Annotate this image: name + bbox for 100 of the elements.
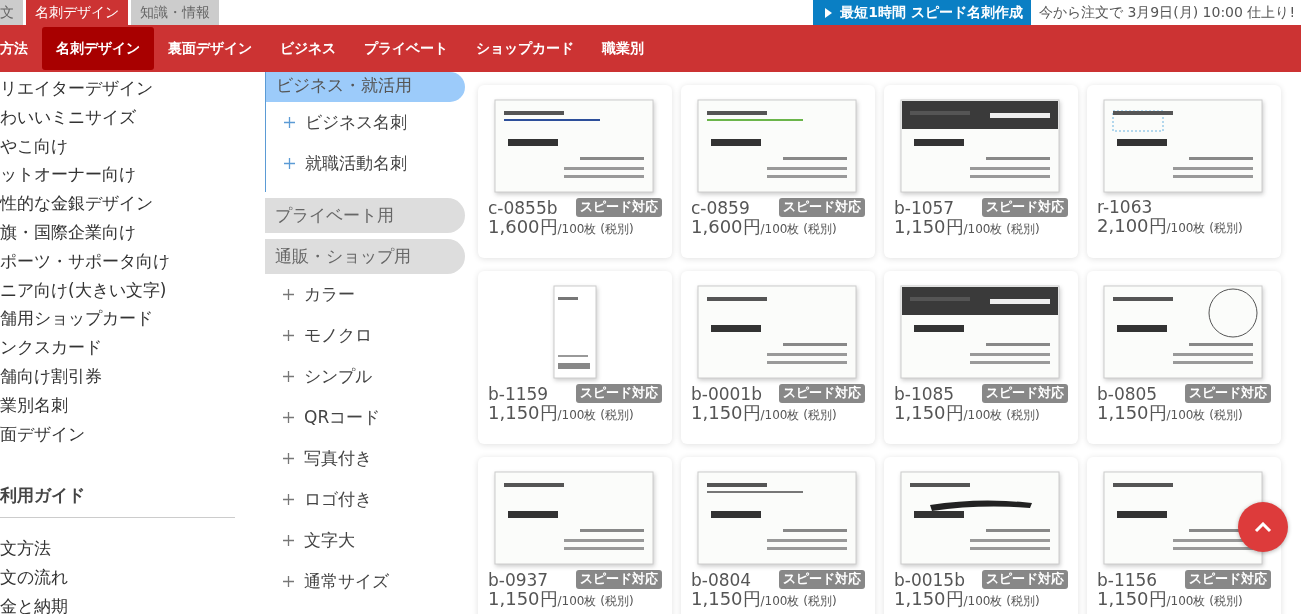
category-heading[interactable]: プライベート用 (265, 198, 465, 233)
sidebar-link[interactable]: ニア向け(大きい文字) (0, 275, 235, 305)
product-card[interactable]: c-0855b スピード対応 1,600円/100枚 (税別) (478, 85, 672, 258)
speed-order-button[interactable]: 最短1時間 スピード名刺作成 (813, 0, 1031, 25)
category-link[interactable]: QRコード (265, 397, 465, 438)
sidebar-link[interactable]: わいいミニサイズ (0, 102, 235, 132)
plus-icon (283, 371, 294, 382)
product-code: b-0015b (894, 570, 965, 589)
category-link[interactable]: 通常サイズ (265, 561, 465, 602)
product-code: r-1063 (1097, 198, 1153, 216)
price: 1,150円 (894, 403, 964, 423)
price: 1,150円 (1097, 589, 1167, 609)
product-card[interactable]: b-1057 スピード対応 1,150円/100枚 (税別) (884, 85, 1078, 258)
sidebar-link[interactable]: 舗用ショップカード (0, 304, 235, 334)
triangle-icon (825, 7, 833, 18)
price: 1,150円 (894, 217, 964, 237)
plus-icon (283, 535, 294, 546)
price-unit: /100枚 (税別) (557, 594, 634, 610)
nav-item[interactable]: 裏面デザイン (154, 27, 266, 70)
price: 1,150円 (691, 403, 761, 423)
speed-badge: スピード対応 (779, 570, 865, 589)
sidebar-link[interactable]: やこ向け (0, 131, 235, 161)
product-card[interactable]: b-0805 スピード対応 1,150円/100枚 (税別) (1087, 271, 1281, 444)
product-code: b-1156 (1097, 570, 1158, 589)
plus-icon (283, 494, 294, 505)
category-link[interactable]: モノクロ (265, 315, 465, 356)
category-link[interactable]: ロゴ付き (265, 479, 465, 520)
price-unit: /100枚 (税別) (963, 222, 1040, 238)
product-card[interactable]: r-1063 2,100円/100枚 (税別) (1087, 85, 1281, 258)
sidebar-link[interactable]: 旗・国際企業向け (0, 218, 235, 247)
sidebar-link[interactable]: ットオーナー向け (0, 160, 235, 190)
speed-badge: スピード対応 (982, 198, 1068, 217)
speed-badge: スピード対応 (1185, 570, 1271, 589)
category-heading[interactable]: 通販・ショップ用 (265, 239, 465, 274)
guide-heading: 利用ガイド (0, 484, 86, 508)
product-code: c-0855b (488, 198, 558, 217)
category-link[interactable]: 文字大 (265, 520, 465, 561)
category-link[interactable]: シンプル (265, 356, 465, 397)
price: 1,150円 (1097, 403, 1167, 423)
sidebar-link[interactable]: 業別名刺 (0, 390, 235, 420)
nav-item[interactable]: ショップカード (462, 27, 588, 70)
site-tab[interactable]: 知識・情報 (131, 0, 219, 25)
product-card[interactable]: b-0015b スピード対応 1,150円/100枚 (税別) (884, 457, 1078, 614)
plus-icon (283, 330, 294, 341)
sidebar-link[interactable]: 性的な金銀デザイン (0, 189, 235, 218)
speed-badge: スピード対応 (779, 384, 865, 403)
category-link[interactable]: 就職活動名刺 (266, 143, 465, 184)
nav-item[interactable]: プライベート (350, 27, 462, 70)
product-card[interactable]: b-1085 スピード対応 1,150円/100枚 (税別) (884, 271, 1078, 444)
price-unit: /100枚 (税別) (760, 594, 837, 610)
product-card[interactable]: c-0859 スピード対応 1,600円/100枚 (税別) (681, 85, 875, 258)
nav-item[interactable]: ビジネス (266, 27, 350, 70)
price: 1,600円 (488, 217, 558, 237)
delivery-notice: 今から注文で 3月9日(月) 10:00 仕上り! (1037, 3, 1296, 22)
price-unit: /100枚 (税別) (760, 408, 837, 424)
nav-item[interactable]: 名刺デザイン (42, 27, 154, 70)
product-code: b-0805 (1097, 384, 1158, 403)
category-link[interactable]: カラー (265, 274, 465, 315)
plus-icon (283, 289, 294, 300)
product-code: b-0001b (691, 384, 762, 403)
speed-badge: スピード対応 (982, 570, 1068, 589)
price-unit: /100枚 (税別) (557, 408, 634, 424)
product-code: b-1057 (894, 198, 955, 217)
plus-icon (284, 158, 295, 169)
site-tab[interactable]: 文 (0, 0, 23, 25)
price: 2,100円 (1097, 216, 1167, 236)
product-card[interactable]: b-1156 スピード対応 1,150円/100枚 (税別) (1087, 457, 1281, 614)
product-code: b-1159 (488, 384, 549, 403)
product-card[interactable]: b-0937 スピード対応 1,150円/100枚 (税別) (478, 457, 672, 614)
sidebar-link[interactable]: 文方法 (0, 534, 235, 564)
product-code: b-1085 (894, 384, 955, 403)
sidebar-link[interactable]: 面デザイン (0, 419, 235, 449)
price: 1,150円 (894, 589, 964, 609)
category-link[interactable]: 写真付き (265, 438, 465, 479)
sidebar-link[interactable]: 金と納期 (0, 591, 235, 614)
product-card[interactable]: b-0001b スピード対応 1,150円/100枚 (税別) (681, 271, 875, 444)
site-tab[interactable]: 名刺デザイン (26, 0, 128, 25)
price: 1,150円 (488, 403, 558, 423)
plus-icon (283, 412, 294, 423)
sidebar-link[interactable]: ポーツ・サポータ向け (0, 246, 235, 276)
product-code: b-0937 (488, 570, 549, 589)
speed-badge: スピード対応 (1185, 384, 1271, 403)
price-unit: /100枚 (税別) (963, 594, 1040, 610)
speed-badge: スピード対応 (982, 384, 1068, 403)
sidebar-link[interactable]: 文の流れ (0, 563, 235, 592)
price-unit: /100枚 (税別) (557, 222, 634, 238)
category-heading[interactable]: ビジネス・就活用 (266, 72, 465, 102)
nav-item[interactable]: 方法 (0, 27, 42, 70)
price-unit: /100枚 (税別) (760, 222, 837, 238)
nav-item[interactable]: 職業別 (588, 27, 658, 70)
sidebar-link[interactable]: ンクスカード (0, 333, 235, 362)
price-unit: /100枚 (税別) (963, 408, 1040, 424)
speed-badge: スピード対応 (779, 198, 865, 217)
product-card[interactable]: b-1159 スピード対応 1,150円/100枚 (税別) (478, 271, 672, 444)
sidebar-link[interactable]: リエイターデザイン (0, 74, 235, 103)
product-code: b-0804 (691, 570, 752, 589)
product-card[interactable]: b-0804 スピード対応 1,150円/100枚 (税別) (681, 457, 875, 614)
category-link[interactable]: ビジネス名刺 (266, 102, 465, 143)
sidebar-link[interactable]: 舗向け割引券 (0, 361, 235, 391)
speed-badge: スピード対応 (576, 198, 662, 217)
